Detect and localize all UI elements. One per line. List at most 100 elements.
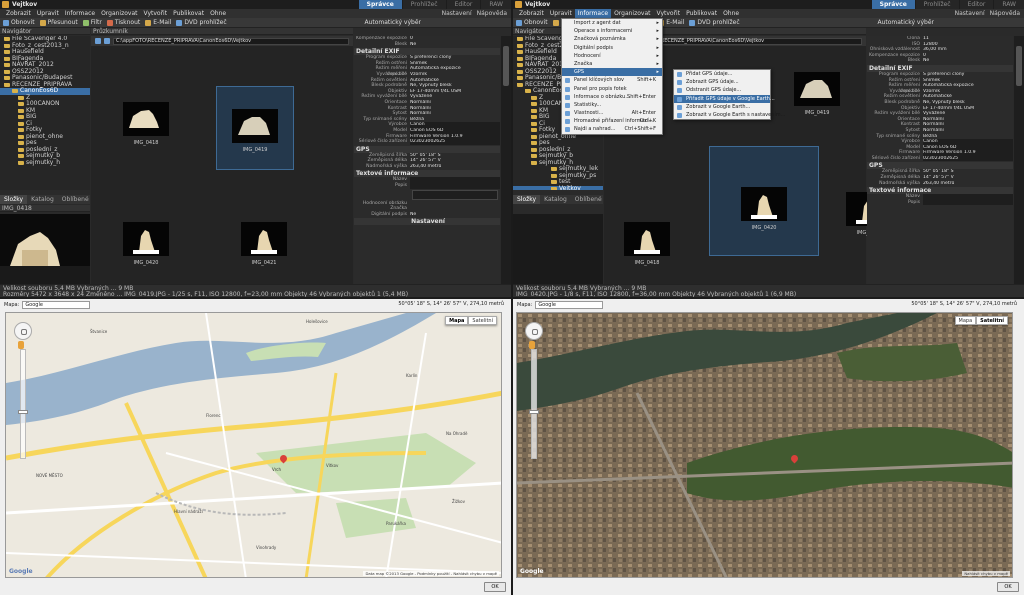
zoom-knob[interactable] bbox=[18, 410, 28, 414]
thumbnail-img-0418[interactable]: IMG_0418 bbox=[113, 96, 179, 156]
info-value[interactable]: 023023002625 bbox=[923, 155, 1013, 162]
map-provider-select[interactable]: Google bbox=[22, 301, 91, 309]
info-scrollbar[interactable] bbox=[501, 36, 511, 284]
zoom-knob[interactable] bbox=[529, 410, 539, 414]
menu-6[interactable]: Ohne bbox=[720, 9, 742, 18]
info-menu-item[interactable]: Statistiky... bbox=[562, 101, 662, 109]
path-field[interactable]: C:\appFOTO\RECENZE_PRIPRAVA\CanonEos6D\V… bbox=[113, 37, 349, 45]
tree-item[interactable]: Vejtkov bbox=[513, 185, 603, 190]
description-textarea[interactable] bbox=[412, 189, 498, 200]
scroll-thumb[interactable] bbox=[1016, 46, 1022, 86]
mode-tab-2[interactable]: Editor bbox=[446, 0, 481, 9]
map-type-map[interactable]: Mapa bbox=[954, 316, 977, 325]
menu-3[interactable]: Organizovat bbox=[98, 9, 140, 18]
menu-4[interactable]: Vytvořit bbox=[654, 9, 684, 18]
menu-0[interactable]: Zobrazit bbox=[516, 9, 547, 18]
info-value[interactable] bbox=[923, 199, 1013, 206]
info-value[interactable] bbox=[410, 183, 500, 189]
help-menu[interactable]: Nápověda bbox=[990, 10, 1020, 17]
info-value[interactable]: Ne bbox=[410, 42, 500, 48]
menu-5[interactable]: Publikovat bbox=[170, 9, 207, 18]
auto-select-button[interactable]: Automatický výběr bbox=[364, 19, 421, 26]
thumbnail-img-0421[interactable]: IMG_0421 bbox=[231, 216, 297, 276]
satellite-map-canvas[interactable]: Mapa Satelitní Google Nahlásit chybu v m… bbox=[516, 312, 1013, 578]
location-pin-icon[interactable] bbox=[791, 455, 798, 464]
tab-catalog[interactable]: Katalog bbox=[27, 195, 58, 204]
toolbar-button-2[interactable]: Filtr bbox=[82, 19, 102, 26]
map-type-satellite[interactable]: Satelitní bbox=[976, 316, 1008, 325]
info-menu-item[interactable]: Vlastnosti... Alt+Enter bbox=[562, 109, 662, 117]
menu-6[interactable]: Ohne bbox=[207, 9, 229, 18]
info-menu-item[interactable]: Panel pro popis fotek bbox=[562, 85, 662, 93]
menu-2[interactable]: Informace bbox=[574, 9, 612, 18]
ok-button[interactable]: OK bbox=[997, 582, 1019, 592]
gps-menu-item[interactable]: Odstranit GPS údaje... bbox=[674, 86, 770, 94]
info-menu-item[interactable]: Panel klíčových slov Shift+K bbox=[562, 76, 662, 84]
gps-menu-item[interactable]: Zobrazit GPS údaje... bbox=[674, 78, 770, 86]
street-view-pegman-icon[interactable] bbox=[529, 341, 535, 349]
tree-item[interactable]: sejmutky_h bbox=[0, 159, 90, 167]
map-copyright[interactable]: Data map ©2013 Google - Podmínky použití… bbox=[363, 571, 499, 576]
location-pin-icon[interactable] bbox=[280, 455, 287, 464]
info-footer[interactable]: Nastavení bbox=[354, 218, 500, 226]
tab-favorites[interactable]: Oblíbené bbox=[571, 195, 606, 204]
info-menu-item[interactable]: Najdi a nahrad... Ctrl+Shift+F bbox=[562, 125, 662, 133]
gps-menu-item[interactable]: Zobrazit v Google Earth s nastavením... bbox=[674, 111, 785, 119]
toolbar-button-5[interactable]: DVD prohlížeč bbox=[689, 19, 740, 26]
info-value[interactable]: 263,40 metrů bbox=[410, 164, 500, 170]
map-type-satellite[interactable]: Satelitní bbox=[468, 316, 497, 325]
gps-menu-item[interactable]: Přidat GPS údaje... bbox=[674, 70, 770, 78]
map-type-map[interactable]: Mapa bbox=[445, 316, 469, 325]
map-copyright[interactable]: Nahlásit chybu v mapě bbox=[962, 571, 1010, 576]
info-menu-item[interactable]: Hodnocení ▸ bbox=[562, 52, 662, 60]
street-view-pegman-icon[interactable] bbox=[18, 341, 24, 349]
road-map-canvas[interactable]: Štvanice Holešovice Florenc Vítkov Paruk… bbox=[5, 312, 502, 578]
thumbnail-img-0420[interactable]: IMG_0420 bbox=[709, 146, 819, 256]
settings-menu[interactable]: Nastavení bbox=[955, 10, 985, 17]
menu-1[interactable]: Upravit bbox=[547, 9, 575, 18]
info-value[interactable]: Ne bbox=[923, 58, 1013, 64]
mode-tab-3[interactable]: RAW bbox=[481, 0, 511, 9]
tab-folders[interactable]: Složky bbox=[513, 195, 541, 204]
help-menu[interactable]: Nápověda bbox=[477, 10, 507, 17]
menu-5[interactable]: Publikovat bbox=[683, 9, 720, 18]
thumbnail-img-0419[interactable]: IMG_0419 bbox=[784, 66, 850, 126]
pan-control[interactable] bbox=[525, 322, 543, 340]
zoom-slider[interactable] bbox=[529, 349, 539, 459]
toolbar-button-1[interactable]: Přesunout bbox=[39, 19, 78, 26]
info-menu-item[interactable]: Značková poznámka ▸ bbox=[562, 35, 662, 43]
info-menu-item[interactable]: GPS ▸ bbox=[562, 68, 662, 77]
back-icon[interactable] bbox=[95, 38, 101, 44]
info-scrollbar[interactable] bbox=[1014, 36, 1024, 284]
thumbnail-img-0418[interactable]: IMG_0418 bbox=[614, 216, 680, 276]
thumbnail-img-0420[interactable]: IMG_0420 bbox=[113, 216, 179, 276]
info-menu-item[interactable]: Digitální podpis ▸ bbox=[562, 44, 662, 52]
folder-tree[interactable]: File Scavenger 4.0 Foto_z_cest2013_n Hause… bbox=[0, 36, 90, 190]
mode-tab-0[interactable]: Správce bbox=[871, 0, 915, 9]
thumbnail-img-0419[interactable]: IMG_0419 bbox=[216, 86, 294, 170]
gps-menu-item[interactable]: Zobrazit v Google Earth... bbox=[674, 103, 770, 111]
menu-3[interactable]: Organizovat bbox=[611, 9, 653, 18]
auto-select-button[interactable]: Automatický výběr bbox=[877, 19, 934, 26]
zoom-slider[interactable] bbox=[18, 349, 28, 459]
gps-menu-item[interactable]: Přiřadit GPS údaje v Google Earth... bbox=[674, 94, 775, 103]
mode-tab-3[interactable]: RAW bbox=[994, 0, 1024, 9]
toolbar-button-0[interactable]: Obnovit bbox=[3, 19, 35, 26]
forward-icon[interactable] bbox=[104, 38, 110, 44]
tab-catalog[interactable]: Katalog bbox=[540, 195, 571, 204]
info-value[interactable]: 023023002625 bbox=[410, 139, 500, 145]
mode-tab-1[interactable]: Prohlížeč bbox=[402, 0, 446, 9]
toolbar-button-3[interactable]: Tisknout bbox=[106, 19, 140, 26]
info-menu-item[interactable]: Značka ▸ bbox=[562, 60, 662, 68]
toolbar-button-0[interactable]: Obnovit bbox=[516, 19, 548, 26]
toolbar-button-4[interactable]: E-Mail bbox=[145, 19, 171, 26]
mode-tab-1[interactable]: Prohlížeč bbox=[915, 0, 959, 9]
info-value[interactable]: 263,40 metrů bbox=[923, 181, 1013, 187]
tab-folders[interactable]: Složky bbox=[0, 195, 28, 204]
menu-0[interactable]: Zobrazit bbox=[3, 9, 34, 18]
scroll-thumb[interactable] bbox=[503, 46, 509, 86]
settings-menu[interactable]: Nastavení bbox=[442, 10, 472, 17]
menu-4[interactable]: Vytvořit bbox=[141, 9, 171, 18]
tab-favorites[interactable]: Oblíbené bbox=[58, 195, 93, 204]
menu-1[interactable]: Upravit bbox=[34, 9, 62, 18]
